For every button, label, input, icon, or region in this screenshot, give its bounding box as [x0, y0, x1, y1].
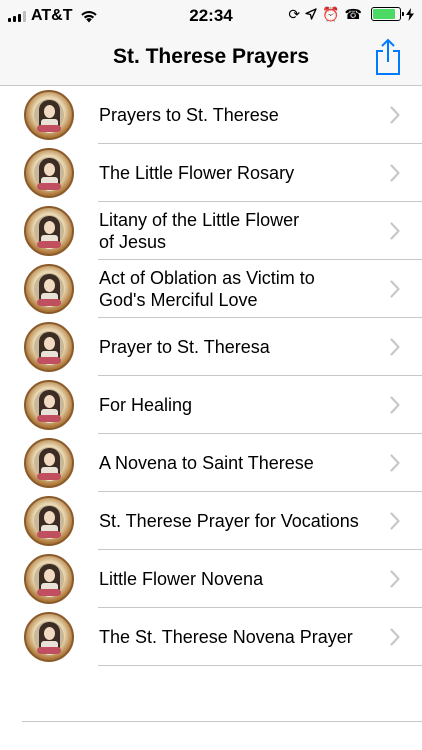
navigation-bar: St. Therese Prayers	[0, 30, 422, 86]
list-item[interactable]: For Healing	[0, 376, 422, 434]
chevron-right-icon	[390, 106, 400, 124]
tty-icon: ☎	[344, 6, 362, 22]
chevron-right-icon	[390, 570, 400, 588]
list-item-label: Act of Oblation as Victim to God's Merci…	[99, 268, 315, 310]
chevron-right-icon	[390, 512, 400, 530]
location-icon	[305, 8, 317, 20]
list-item-label: St. Therese Prayer for Vocations	[99, 511, 359, 531]
list-item-label: For Healing	[99, 395, 193, 415]
share-icon[interactable]	[372, 38, 404, 76]
alarm-icon: ⏰	[322, 6, 340, 22]
list-item[interactable]: Prayer to St. Theresa	[0, 318, 422, 376]
lock-rotation-icon: ⟳	[288, 6, 301, 22]
saint-therese-portrait-icon	[24, 148, 74, 198]
battery-icon	[371, 7, 404, 21]
saint-therese-portrait-icon	[24, 322, 74, 372]
list-item[interactable]: The St. Therese Novena Prayer	[0, 608, 422, 666]
prayer-list: Prayers to St. Therese The Little Flower …	[0, 86, 422, 666]
saint-therese-portrait-icon	[24, 380, 74, 430]
chevron-right-icon	[390, 338, 400, 356]
list-item-label: Litany of the Little Flower of Jesus	[99, 210, 300, 252]
saint-therese-portrait-icon	[24, 90, 74, 140]
chevron-right-icon	[390, 396, 400, 414]
saint-therese-portrait-icon	[24, 206, 74, 256]
list-item[interactable]: Act of Oblation as Victim to God's Merci…	[0, 260, 422, 318]
list-item-label: A Novena to Saint Therese	[99, 453, 314, 473]
list-item[interactable]: Little Flower Novena	[0, 550, 422, 608]
saint-therese-portrait-icon	[24, 438, 74, 488]
saint-therese-portrait-icon	[24, 554, 74, 604]
list-item-label: The St. Therese Novena Prayer	[99, 627, 353, 647]
list-footer-divider	[22, 721, 422, 722]
list-item-label: Prayers to St. Therese	[99, 105, 279, 125]
list-item[interactable]: A Novena to Saint Therese	[0, 434, 422, 492]
list-item[interactable]: Prayers to St. Therese	[0, 86, 422, 144]
saint-therese-portrait-icon	[24, 264, 74, 314]
list-item-label: Little Flower Novena	[99, 569, 264, 589]
status-bar: AT&T 22:34 ⟳ ⏰ ☎	[0, 0, 422, 30]
charging-icon	[406, 7, 414, 21]
chevron-right-icon	[390, 222, 400, 240]
list-item[interactable]: Litany of the Little Flower of Jesus	[0, 202, 422, 260]
chevron-right-icon	[390, 164, 400, 182]
saint-therese-portrait-icon	[24, 612, 74, 662]
list-item-label: Prayer to St. Theresa	[99, 337, 270, 357]
battery-fill	[373, 9, 395, 19]
chevron-right-icon	[390, 628, 400, 646]
saint-therese-portrait-icon	[24, 496, 74, 546]
status-right: ⟳ ⏰ ☎	[288, 6, 414, 22]
list-item-label: The Little Flower Rosary	[99, 163, 295, 183]
list-item[interactable]: The Little Flower Rosary	[0, 144, 422, 202]
list-item[interactable]: St. Therese Prayer for Vocations	[0, 492, 422, 550]
chevron-right-icon	[390, 280, 400, 298]
page-title: St. Therese Prayers	[112, 45, 310, 68]
chevron-right-icon	[390, 454, 400, 472]
